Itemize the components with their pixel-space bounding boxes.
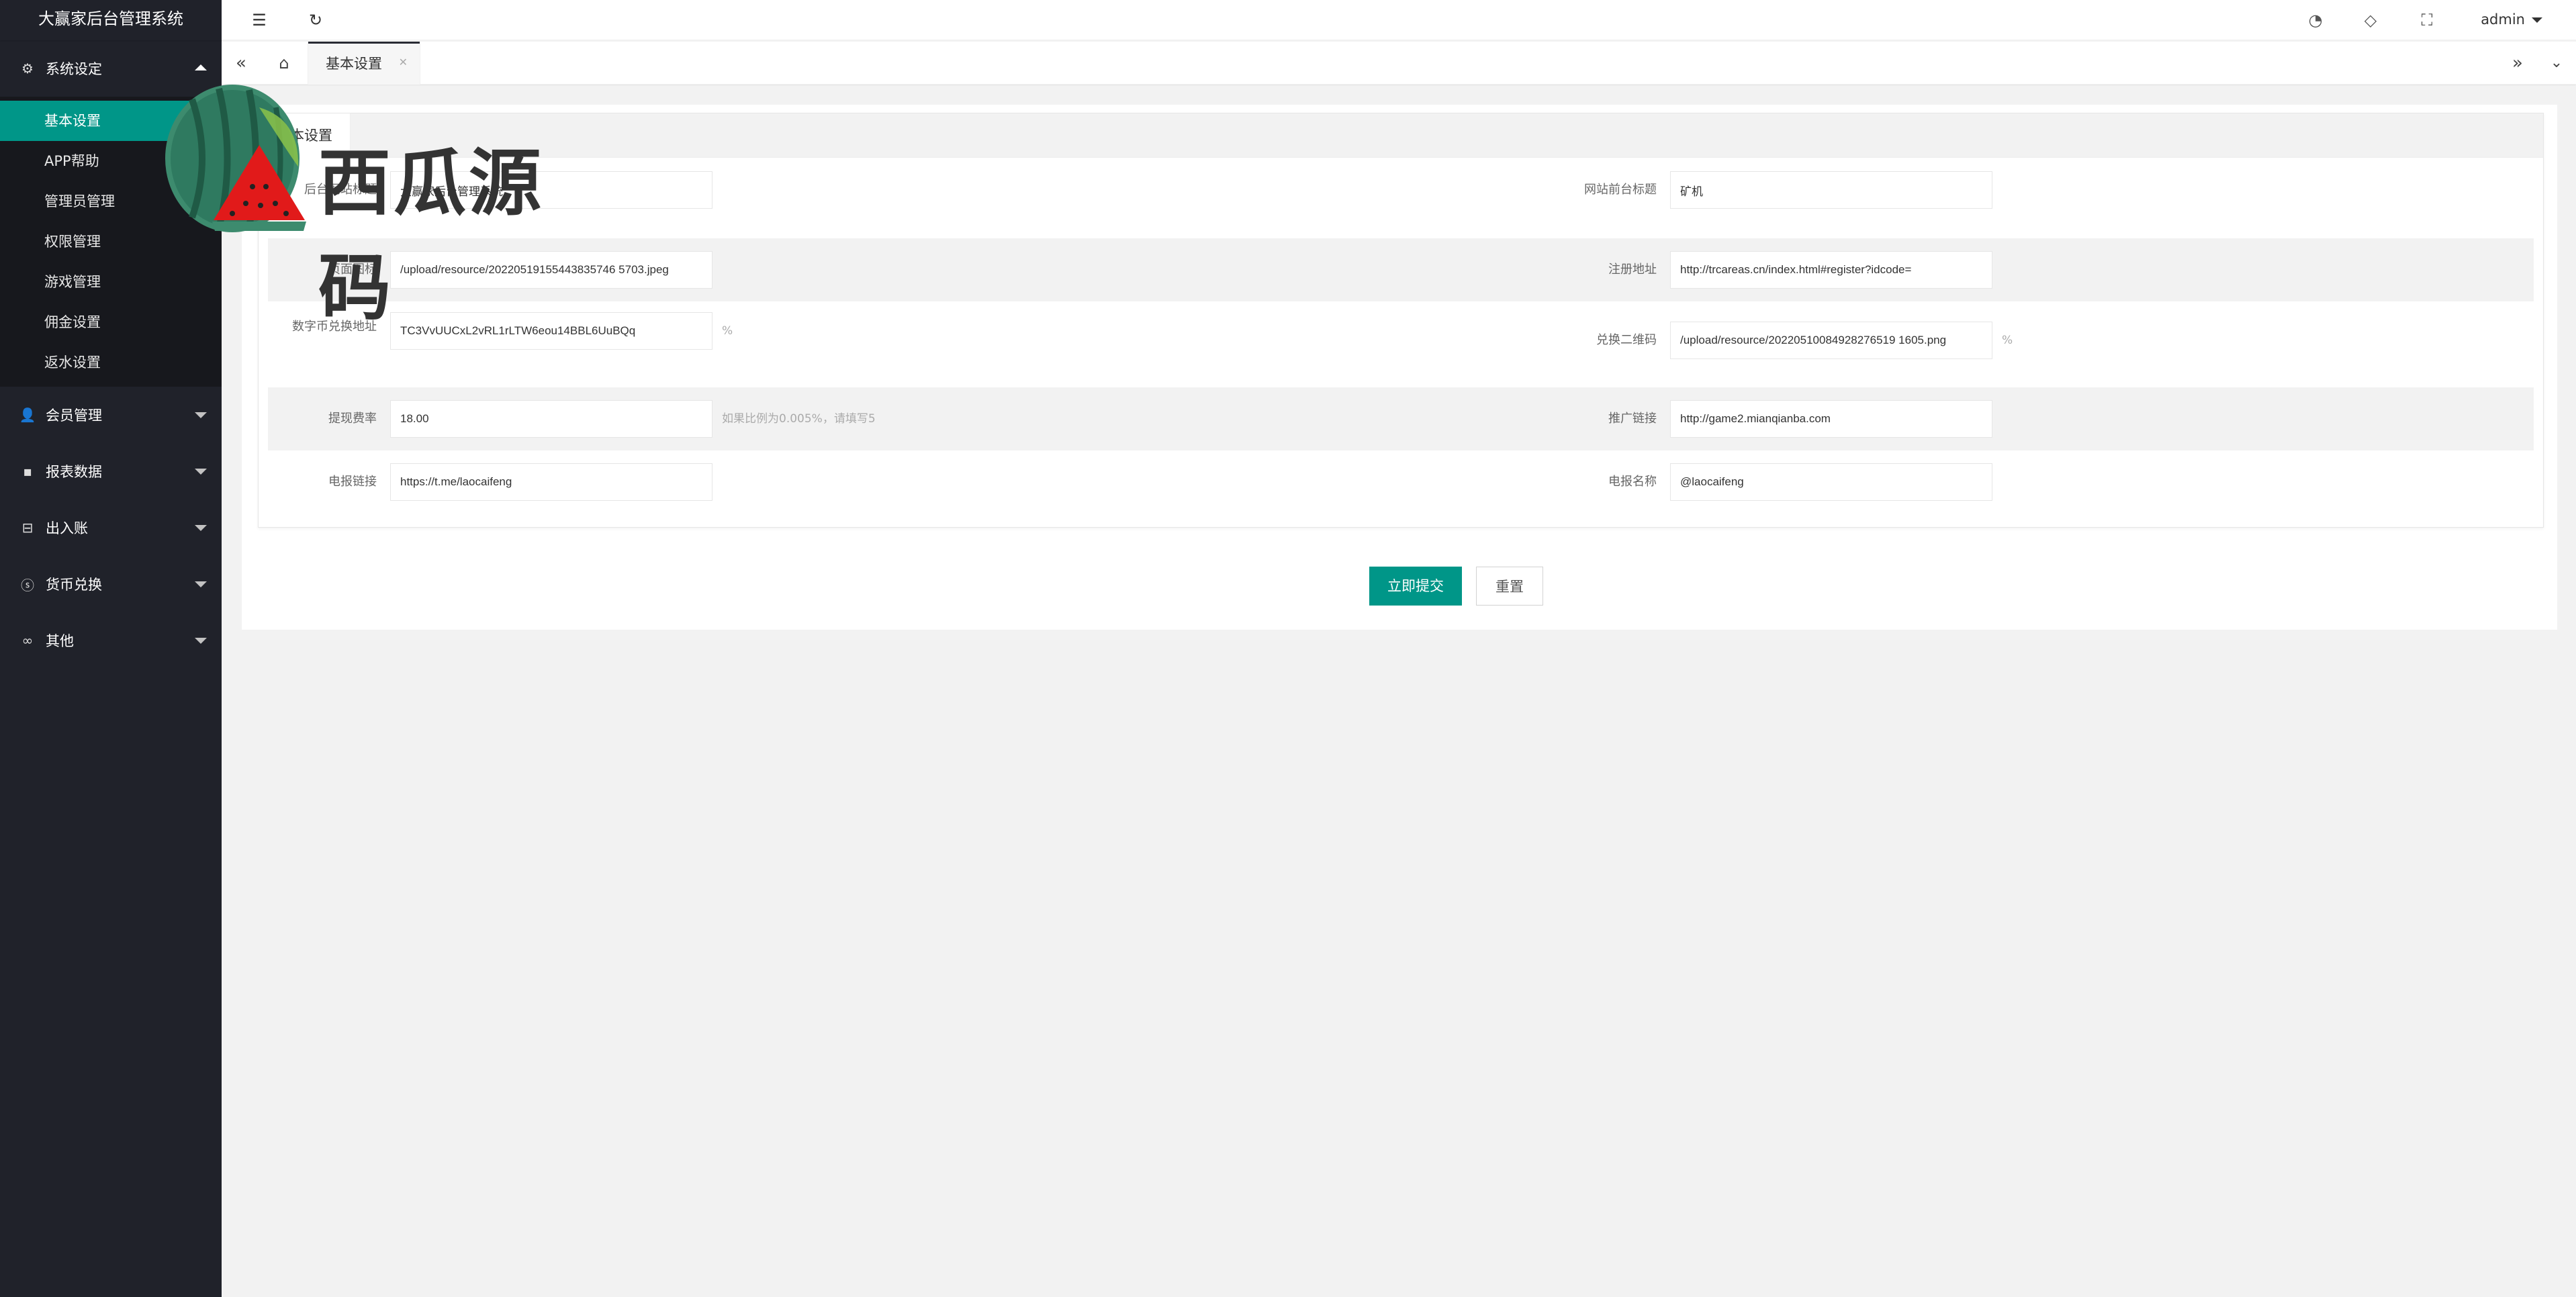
user-icon: 👤 [19, 407, 36, 423]
nav-label-reports: 报表数据 [46, 464, 102, 480]
car-icon: ⊟ [21, 520, 34, 536]
exchange-qr-input[interactable] [1670, 322, 1992, 359]
form-row-4: 提现费率 如果比例为0.005%，请填写5 推广链接 [268, 387, 2534, 450]
app-title: 大赢家后台管理系统 [0, 0, 222, 40]
watermelon-icon [165, 85, 306, 232]
form-row-2: 页面图标 注册地址 [268, 238, 2534, 301]
promo-link-input[interactable] [1670, 400, 1992, 438]
sidebar-item-commission[interactable]: 佣金设置 [0, 302, 222, 342]
settings-fieldset: 基本设置 后台网站标题 网站前台标题 页面图标 注册地址 数字币兑换地址 % 兑… [258, 113, 2544, 528]
form-row-3: 数字币兑换地址 % 兑换二维码 % [268, 301, 2534, 387]
register-url-input[interactable] [1670, 251, 1992, 289]
chevron-down-icon [195, 581, 207, 587]
exchange-qr-suffix: % [2002, 334, 2013, 347]
label-promo-link: 推广链接 [1608, 412, 1657, 426]
chat-icon: ▪ [23, 463, 32, 479]
label-telegram-name: 电报名称 [1608, 475, 1657, 489]
form-row-1: 后台网站标题 网站前台标题 [268, 158, 2534, 222]
link-icon: ∞ [21, 632, 34, 648]
fieldset-header: 基本设置 [259, 113, 2543, 158]
refresh-icon[interactable]: ↻ [295, 0, 336, 40]
nav-label-members: 会员管理 [46, 407, 102, 424]
nav-head-currency[interactable]: ⓢ 货币兑换 [0, 556, 222, 612]
close-icon[interactable]: ✕ [399, 56, 408, 68]
username: admin [2481, 11, 2525, 28]
label-register-url: 注册地址 [1608, 262, 1657, 277]
coin-address-suffix: % [722, 324, 733, 338]
nav-head-members[interactable]: 👤 会员管理 [0, 387, 222, 443]
nav-head-reports[interactable]: ▪ 报表数据 [0, 443, 222, 499]
nav-label-accounts: 出入账 [46, 520, 88, 536]
nav-label-currency: 货币兑换 [46, 577, 102, 593]
chevron-down-icon [195, 469, 207, 475]
tag-icon[interactable]: ◇ [2350, 0, 2391, 40]
chevron-down-icon [195, 412, 207, 418]
watermark-logo: 西瓜源码 [152, 73, 582, 330]
user-menu[interactable]: admin [2481, 0, 2542, 40]
withdraw-rate-hint: 如果比例为0.005%，请填写5 [722, 412, 876, 426]
top-header: ☰ ↻ ◔ ◇ ⛶ admin [222, 0, 2576, 40]
label-exchange-qr: 兑换二维码 [1596, 333, 1657, 347]
chevron-down-icon [195, 525, 207, 531]
sidebar-item-game-management[interactable]: 游戏管理 [0, 262, 222, 302]
watermark-text: 西瓜源码 [318, 142, 545, 330]
sidebar-item-rebate[interactable]: 返水设置 [0, 342, 222, 383]
telegram-link-input[interactable] [390, 463, 712, 501]
theme-icon[interactable]: ◔ [2295, 0, 2336, 40]
tabs-scroll-right-icon[interactable]: » [2498, 42, 2537, 85]
tab-label: 基本设置 [326, 56, 382, 72]
label-withdraw-rate: 提现费率 [328, 412, 377, 426]
fullscreen-icon[interactable]: ⛶ [2407, 0, 2447, 40]
gear-icon: ⚙ [21, 60, 34, 77]
nav-head-accounts[interactable]: ⊟ 出入账 [0, 499, 222, 556]
telegram-name-input[interactable] [1670, 463, 1992, 501]
submit-button[interactable]: 立即提交 [1369, 567, 1462, 606]
dollar-icon: ⓢ [21, 577, 34, 593]
chevron-down-icon [195, 638, 207, 644]
label-telegram-link: 电报链接 [328, 475, 377, 489]
site-title-input[interactable] [1670, 171, 1992, 209]
nav-label-system: 系统设定 [46, 61, 102, 77]
nav-head-other[interactable]: ∞ 其他 [0, 612, 222, 669]
tabs-menu-chevron-down-icon[interactable]: ⌄ [2537, 42, 2576, 85]
nav-label-other: 其他 [46, 633, 74, 649]
chevron-up-icon [195, 64, 207, 70]
content-card: 基本设置 后台网站标题 网站前台标题 页面图标 注册地址 数字币兑换地址 % 兑… [242, 105, 2557, 630]
menu-toggle-icon[interactable]: ☰ [239, 0, 279, 40]
caret-down-icon [2532, 17, 2542, 23]
reset-button[interactable]: 重置 [1476, 567, 1543, 606]
form-row-5: 电报链接 电报名称 [268, 450, 2534, 514]
label-site-title: 网站前台标题 [1584, 183, 1657, 197]
withdraw-rate-input[interactable] [390, 400, 712, 438]
